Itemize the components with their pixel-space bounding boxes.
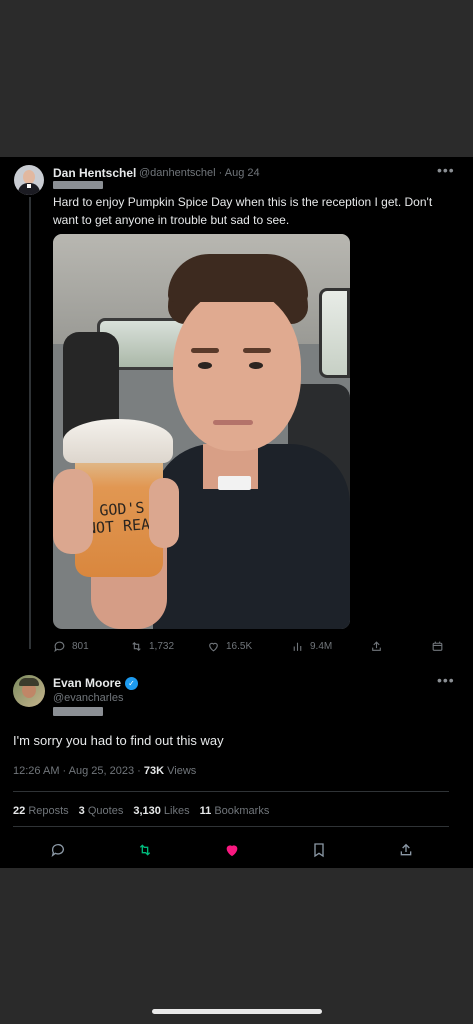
like-count: 16.5K [226, 641, 253, 652]
share-button[interactable] [396, 840, 416, 860]
bookmark-icon [314, 843, 324, 858]
bookmarks-label: Bookmarks [214, 805, 270, 817]
divider [13, 791, 449, 792]
quotes-label: Quotes [87, 805, 124, 817]
repost-arrows-icon [132, 641, 141, 652]
share-upload-icon [400, 843, 412, 856]
likes-count[interactable]: 3,130 Likes [133, 805, 189, 817]
likes-label: Likes [163, 805, 190, 817]
like-stat[interactable]: 16.5K [207, 640, 252, 653]
share-upload-icon [372, 641, 381, 651]
timestamp-row: 12:26 AM · Aug 25, 2023 · 73K Views [13, 765, 196, 777]
repost-stat[interactable]: 1,732 [130, 640, 174, 653]
clerical-collar [218, 476, 251, 490]
author-name-text: Evan Moore [53, 676, 122, 690]
screenshot-page: Dan Hentschel @danhentschel · Aug 24 •••… [0, 0, 473, 1024]
quotes-count[interactable]: 3 Quotes [79, 805, 124, 817]
author-name[interactable]: Evan Moore ✓ [53, 676, 139, 690]
window-icon [432, 641, 443, 651]
redacted-label [53, 181, 103, 189]
heart-icon [226, 845, 238, 857]
reply-stat[interactable]: 801 [53, 640, 89, 653]
more-dots-icon[interactable]: ••• [437, 672, 455, 688]
avatar[interactable] [13, 675, 45, 707]
reposts-num: 22 [13, 805, 26, 817]
repost-button[interactable] [135, 840, 155, 860]
bookmarks-count[interactable]: 11 Bookmarks [200, 805, 270, 817]
reposts-label: Reposts [28, 805, 69, 817]
redacted-label [53, 707, 103, 716]
views-label: Views [164, 765, 197, 777]
timestamp[interactable]: 12:26 AM · Aug 25, 2023 · [13, 765, 144, 777]
bookmark-button[interactable] [309, 840, 329, 860]
reply-button[interactable] [48, 840, 68, 860]
verified-badge-icon: ✓ [125, 676, 139, 690]
tweet-text: Hard to enjoy Pumpkin Spice Day when thi… [53, 195, 433, 227]
author-handle[interactable]: @evancharles [53, 692, 123, 704]
views-count: 9.4M [310, 641, 333, 652]
home-indicator[interactable] [152, 1009, 322, 1014]
repost-arrows-icon [139, 844, 151, 856]
reply-count: 801 [72, 641, 89, 652]
reposts-count[interactable]: 22 Reposts [13, 805, 69, 817]
reply-bubble-icon [51, 844, 64, 857]
views-count: 73K [143, 765, 165, 777]
author-handle-date[interactable]: @danhentschel · Aug 24 [139, 167, 260, 179]
bookmarks-num: 11 [199, 805, 212, 817]
share-button[interactable] [370, 640, 383, 653]
tweet-text: I'm sorry you had to find out this way [13, 733, 224, 748]
views-stat[interactable]: 9.4M [291, 640, 332, 653]
bottom-letterbox [0, 868, 473, 1024]
more-dots-icon[interactable]: ••• [437, 162, 455, 178]
avatar[interactable] [14, 165, 44, 195]
repost-count: 1,732 [149, 641, 175, 652]
reply-bubble-icon [54, 641, 65, 653]
tweet-photo[interactable]: GOD'S NOT REAL [53, 234, 350, 629]
engagement-counts: 22 Reposts 3 Quotes 3,130 Likes 11 Bookm… [13, 805, 269, 817]
author-name[interactable]: Dan Hentschel [53, 166, 136, 180]
bar-chart-icon [293, 642, 302, 651]
like-button[interactable] [222, 840, 242, 860]
top-letterbox [0, 0, 473, 157]
embedded-tweet-button[interactable] [431, 640, 444, 653]
quotes-num: 3 [78, 805, 85, 817]
likes-num: 3,130 [133, 805, 161, 817]
divider [13, 826, 449, 827]
thread-line [29, 197, 31, 649]
heart-icon [209, 642, 218, 652]
